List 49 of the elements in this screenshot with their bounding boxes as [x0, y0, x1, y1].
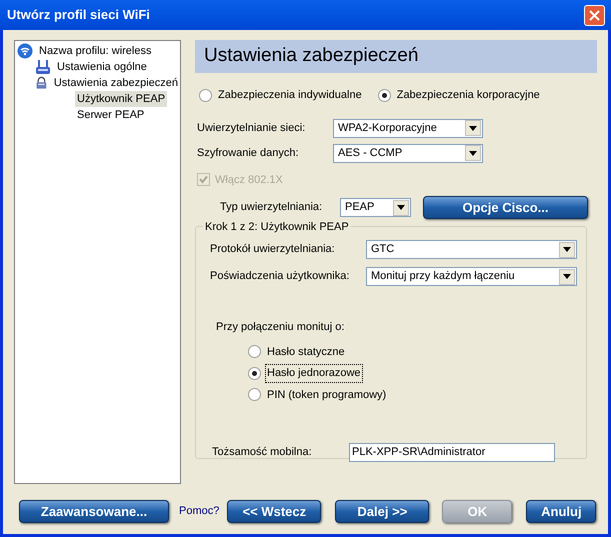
help-link[interactable]: Pomoc?: [179, 503, 220, 520]
group-title: Krok 1 z 2: Użytkownik PEAP: [203, 219, 351, 236]
identity-field[interactable]: PLK-XPP-SR\Administrator: [349, 443, 555, 462]
checkbox-label: Włącz 802.1X: [215, 172, 283, 188]
dropdown[interactable]: WPA2-Korporacyjne: [333, 118, 483, 138]
field-label: Protokół uwierzytelniania:: [210, 242, 336, 258]
field-label: Uwierzytelnianie sieci:: [197, 120, 306, 136]
radio-label: PIN (token programowy): [266, 388, 388, 402]
dialog-button[interactable]: << Wstecz: [227, 500, 322, 523]
dialog-button[interactable]: Dalej >>: [335, 500, 430, 523]
tree-item[interactable]: Nazwa profilu: wireless: [37, 42, 154, 60]
wireless-icon: [17, 43, 33, 59]
caret-icon: [397, 205, 405, 210]
close-icon: [589, 10, 600, 20]
field-label: Typ uwierzytelniania:: [220, 200, 324, 216]
dropdown[interactable]: Monituj przy każdym łączeniu: [366, 267, 577, 286]
field-label: Poświadczenia użytkownika:: [210, 269, 350, 284]
cisco-options-button[interactable]: Opcje Cisco...: [423, 196, 588, 219]
section-header: Ustawienia zabezpieczeń: [195, 40, 597, 73]
caret-icon: [563, 274, 571, 279]
radio-label: Zabezpieczenia korporacyjne: [396, 88, 540, 103]
field-label: Szyfrowanie danych:: [197, 146, 300, 161]
caret-icon: [469, 126, 477, 130]
radio-label: Hasło statyczne: [266, 344, 346, 360]
radio-label: Zabezpieczenia indywidualne: [218, 88, 362, 103]
advanced-button[interactable]: Zaawansowane...: [19, 500, 169, 523]
tree-item[interactable]: Serwer PEAP: [75, 106, 146, 124]
radio-label: Hasło jednorazowe: [265, 364, 363, 382]
radio-button[interactable]: [248, 345, 261, 358]
tree-item[interactable]: Użytkownik PEAP: [75, 90, 168, 108]
field-label: Tożsamość mobilna:: [212, 445, 313, 460]
radio-button[interactable]: [248, 388, 261, 402]
radio-button[interactable]: [199, 88, 212, 102]
tree-item[interactable]: Ustawienia ogólne: [55, 58, 149, 76]
caret-icon: [469, 150, 477, 156]
radio-button[interactable]: [248, 366, 261, 380]
check-icon: [199, 175, 208, 184]
dialog-button[interactable]: Anuluj: [526, 500, 596, 523]
radio-button[interactable]: [378, 88, 391, 102]
tree-item[interactable]: Ustawienia zabezpieczeń: [52, 74, 180, 92]
lock-icon: [35, 75, 48, 91]
dropdown[interactable]: GTC: [366, 240, 577, 259]
prompt-label: Przy połączeniu monituj o:: [215, 320, 346, 335]
dropdown[interactable]: AES - CCMP: [333, 144, 483, 162]
window-title: Utwórz profil sieci WiFi: [6, 6, 150, 24]
close-button[interactable]: [584, 4, 605, 26]
caret-icon: [563, 247, 571, 252]
dropdown[interactable]: PEAP: [340, 198, 411, 217]
router-icon: [35, 59, 51, 75]
